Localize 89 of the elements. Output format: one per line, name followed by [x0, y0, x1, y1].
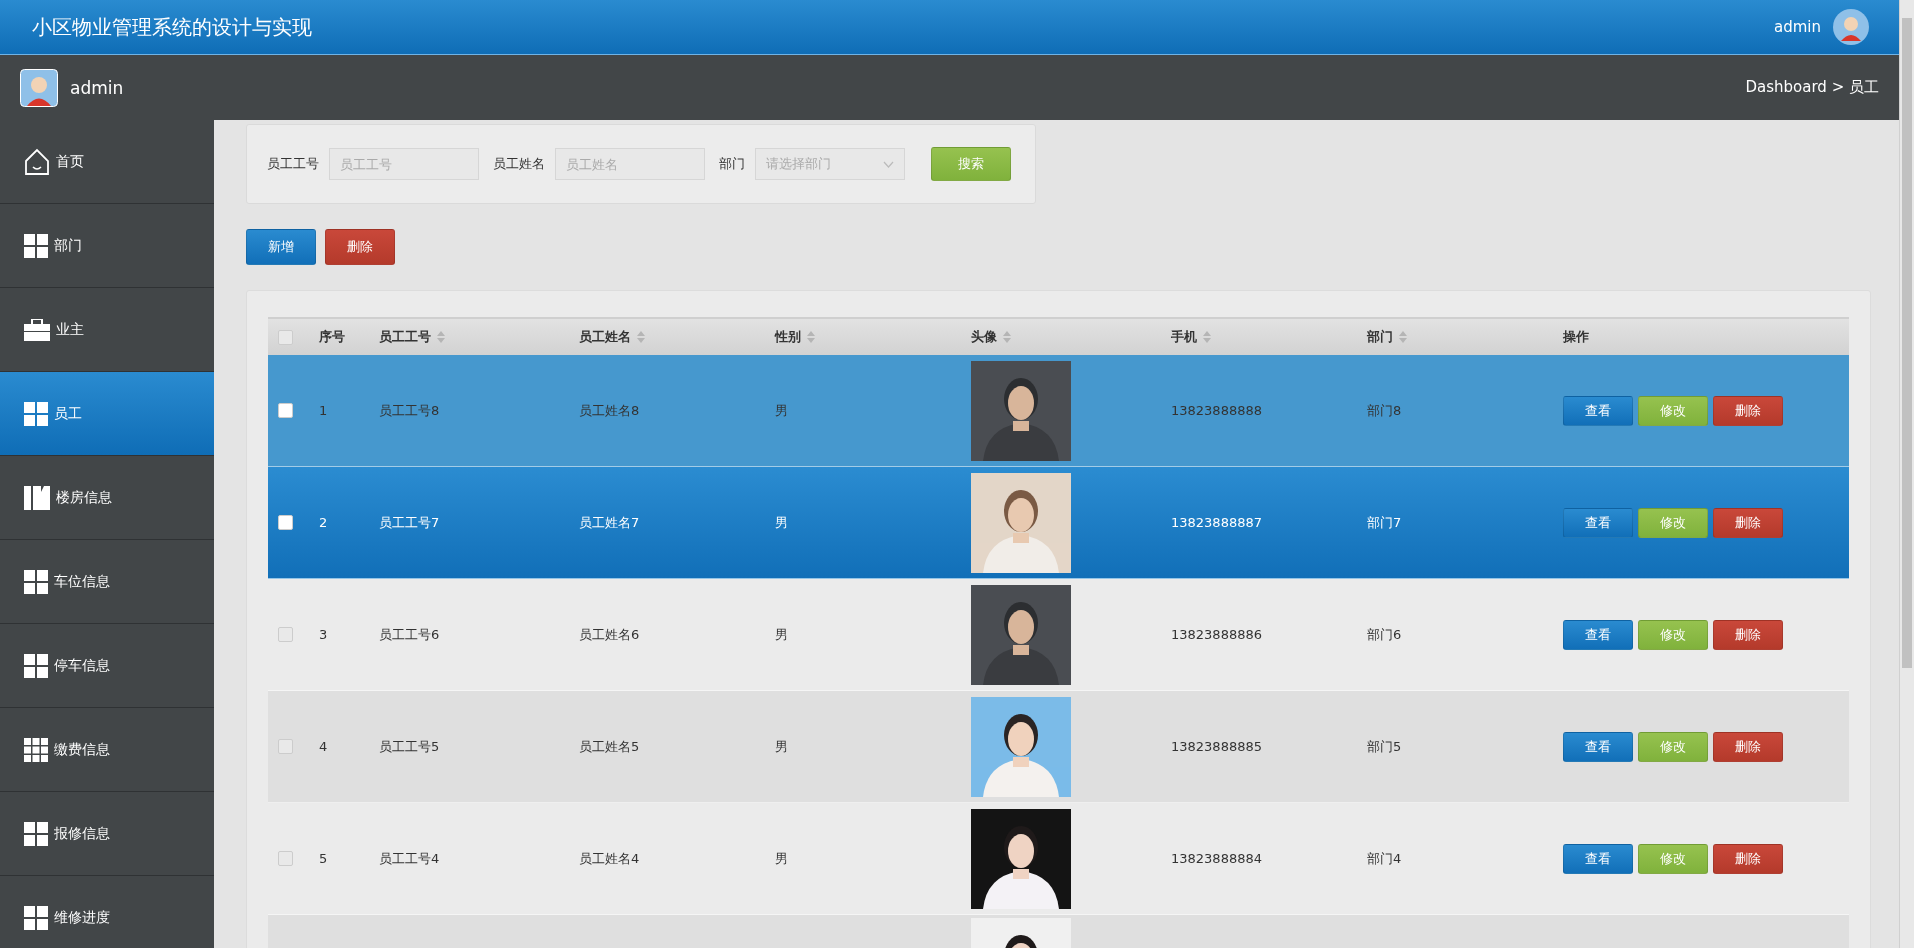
grid-icon [24, 401, 48, 426]
table-cell-text: 男 [774, 849, 789, 868]
table-row[interactable]: 1 员工工号8 员工姓名8 男 13823888888 部门8 查看 修改 删除 [268, 355, 1849, 467]
select-all-checkbox[interactable] [278, 329, 293, 345]
table-cell-text: 部门6 [1366, 625, 1403, 644]
table-cell-text: 男 [774, 401, 789, 420]
app-title: 小区物业管理系统的设计与实现 [32, 13, 312, 41]
breadcrumb: Dashboard > 员工 [1745, 78, 1879, 97]
view-button[interactable]: 查看 [1563, 731, 1633, 762]
field-label: 员工姓名 [493, 155, 545, 173]
sort-icon[interactable] [807, 331, 815, 343]
column-header: 员工工号 [379, 328, 431, 346]
chevron-down-icon [883, 160, 894, 168]
building-icon [24, 485, 50, 510]
table-cell-text: 员工姓名5 [578, 737, 641, 756]
grid-icon [24, 905, 48, 930]
field-label: 员工工号 [267, 155, 319, 173]
table-cell-text: 13823888886 [1170, 627, 1263, 642]
row-checkbox[interactable] [278, 515, 293, 530]
sort-icon[interactable] [437, 331, 445, 343]
table-row[interactable]: 2 员工工号7 员工姓名7 男 13823888887 部门7 查看 修改 删除 [268, 467, 1849, 579]
sort-icon[interactable] [1203, 331, 1211, 343]
sort-icon[interactable] [1003, 331, 1011, 343]
user-avatar[interactable] [1833, 9, 1869, 45]
table-cell-text: 员工姓名8 [578, 401, 641, 420]
column-header: 序号 [319, 328, 345, 346]
sidebar-item[interactable]: 员工 [0, 372, 214, 456]
table-cell-text: 13823888887 [1170, 515, 1263, 530]
sort-icon[interactable] [637, 331, 645, 343]
grid-icon [24, 821, 48, 846]
grid-icon [24, 569, 48, 594]
view-button[interactable]: 查看 [1563, 843, 1633, 874]
table-cell-text: 4 [318, 739, 329, 754]
table-cell-text: 男 [774, 737, 789, 756]
user-name: admin [1774, 18, 1821, 36]
input-field[interactable]: 员工姓名 [555, 148, 705, 180]
briefcase-icon [24, 318, 50, 341]
table-cell-text: 5 [318, 851, 329, 866]
delete-button[interactable]: 删除 [1713, 731, 1783, 762]
delete-button[interactable]: 删除 [1713, 507, 1783, 538]
table-cell-text: 员工工号5 [378, 737, 441, 756]
user-avatar [20, 68, 58, 107]
table-row[interactable]: 4 员工工号5 员工姓名5 男 13823888885 部门5 查看 修改 删除 [268, 691, 1849, 803]
table-cell-text: 员工工号6 [378, 625, 441, 644]
row-checkbox[interactable] [278, 739, 293, 754]
sort-icon[interactable] [1399, 331, 1407, 343]
column-header: 性别 [775, 328, 801, 346]
view-button[interactable]: 查看 [1563, 507, 1633, 538]
table-cell-text: 员工工号8 [378, 401, 441, 420]
table-cell-text: 部门7 [1366, 513, 1403, 532]
table-cell-text: 男 [774, 513, 789, 532]
field-label: 部门 [719, 155, 745, 173]
delete-button[interactable]: 删除 [1713, 395, 1783, 426]
delete-button[interactable]: 删除 [325, 229, 395, 265]
view-button[interactable]: 查看 [1563, 395, 1633, 426]
column-header: 员工姓名 [579, 328, 631, 346]
column-header: 部门 [1367, 328, 1393, 346]
table-cell-text: 13823888885 [1170, 739, 1263, 754]
table-cell-text: 部门4 [1366, 849, 1403, 868]
table-cell-text: 13823888888 [1170, 403, 1263, 418]
add-button[interactable]: 新增 [246, 229, 316, 265]
table-cell-text: 员工工号7 [378, 513, 441, 532]
column-header: 操作 [1563, 328, 1589, 346]
row-checkbox[interactable] [278, 403, 293, 418]
grid-icon [24, 737, 48, 762]
column-header: 手机 [1171, 328, 1197, 346]
grid-icon [24, 653, 48, 678]
table-cell-text: 员工工号4 [378, 849, 441, 868]
grid-icon [24, 233, 48, 258]
row-checkbox[interactable] [278, 851, 293, 866]
table-cell-text: 部门8 [1366, 401, 1403, 420]
table-cell-text: 员工姓名7 [578, 513, 641, 532]
scrollbar[interactable] [1899, 0, 1914, 948]
table-cell-text: 部门5 [1366, 737, 1403, 756]
row-checkbox[interactable] [278, 627, 293, 642]
table-cell-text: 2 [318, 515, 329, 530]
delete-button[interactable]: 删除 [1713, 619, 1783, 650]
table-cell-text: 13823888884 [1170, 851, 1263, 866]
table-cell-text: 员工姓名6 [578, 625, 641, 644]
table-cell-text: 员工姓名4 [578, 849, 641, 868]
column-header: 头像 [971, 328, 997, 346]
table-cell-text: 3 [318, 627, 329, 642]
delete-button[interactable]: 删除 [1713, 843, 1783, 874]
input-field[interactable]: 员工工号 [329, 148, 479, 180]
user-name: admin [70, 77, 124, 98]
table-cell-text: 1 [318, 403, 329, 418]
table-cell-text: 男 [774, 625, 789, 644]
view-button[interactable]: 查看 [1563, 619, 1633, 650]
home-icon [24, 147, 50, 176]
